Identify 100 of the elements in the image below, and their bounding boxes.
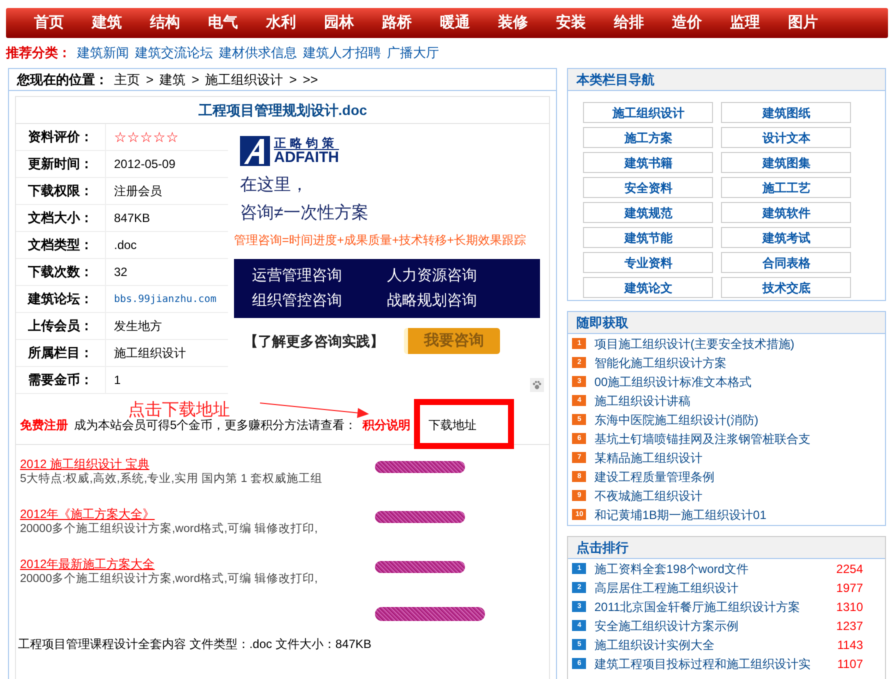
breadcrumb-separator: > <box>192 70 200 89</box>
breadcrumb-separator: > <box>289 70 297 89</box>
category-nav-link[interactable]: 专业资料 <box>583 252 714 273</box>
category-nav-link[interactable]: 合同表格 <box>721 252 852 273</box>
info-value: 注册会员 <box>113 183 163 200</box>
category-link[interactable]: 广播大厅 <box>387 43 439 63</box>
ad-more-link[interactable]: 【了解更多咨询实践】 <box>244 330 384 352</box>
click-count: 1310 <box>836 598 863 616</box>
annotation-text: 点击下载地址 <box>128 399 230 419</box>
info-value: 发生地方 <box>113 318 163 335</box>
forum-link[interactable]: bbs.99jianzhu.com <box>106 286 228 312</box>
ranking-item-link[interactable]: 2011北京国金轩餐厅施工组织设计方案 <box>594 598 800 616</box>
category-nav-link[interactable]: 建筑书籍 <box>583 152 714 173</box>
nav-link[interactable]: 暖通 <box>426 12 484 34</box>
paw-icon <box>530 378 544 392</box>
rating-stars: ☆☆☆☆☆ <box>113 128 180 146</box>
random-item-link[interactable]: 智能化施工组织设计方案 <box>594 354 726 372</box>
ranking-item-link[interactable]: 高层居住工程施工组织设计 <box>594 578 738 596</box>
info-label: 资料评价： <box>16 124 106 150</box>
random-item-link[interactable]: 基坑土钉墙喷锚挂网及注浆钢管桩联合支 <box>594 430 810 448</box>
category-nav-link[interactable]: 安全资料 <box>583 177 714 198</box>
breadcrumb-link[interactable]: 施工组织设计 <box>205 70 284 90</box>
ranking-item-link[interactable]: 施工资料全套198个word文件 <box>594 560 748 578</box>
info-label: 文档大小： <box>16 205 106 231</box>
panel-title: 随即获取 <box>568 312 885 334</box>
category-nav-link[interactable]: 建筑图纸 <box>721 102 852 123</box>
info-label: 下载权限： <box>16 178 106 204</box>
promo-link[interactable]: 2012 施工组织设计 宝典 <box>20 457 360 472</box>
service-label: 人力资源咨询 <box>387 266 478 286</box>
promo-description: 5大特点:权威,高效,系统,专业,实用 国内第 1 套权威施工组 <box>20 472 324 487</box>
breadcrumb-label: 您现在的位置： <box>17 70 108 89</box>
breadcrumb-link[interactable]: >> <box>302 70 318 90</box>
nav-link[interactable]: 造价 <box>658 12 716 34</box>
nav-link[interactable]: 路桥 <box>368 12 426 34</box>
info-label: 建筑论坛： <box>16 286 106 312</box>
click-count: 1977 <box>836 580 863 596</box>
nav-link[interactable]: 安装 <box>542 12 600 34</box>
ad-formula: 管理咨询=时间进度+成果质量+技术转移+长期效果跟踪 <box>234 232 526 249</box>
category-nav-link[interactable]: 施工组织设计 <box>583 102 714 123</box>
promo-link[interactable]: 2012年最新施工方案大全 <box>20 557 360 572</box>
category-link[interactable]: 建材供求信息 <box>219 43 297 63</box>
ranking-item-link[interactable]: 安全施工组织设计方案示例 <box>594 616 738 634</box>
info-value: 1 <box>113 372 122 389</box>
breadcrumb-link[interactable]: 建筑 <box>160 70 186 90</box>
category-nav-link[interactable]: 建筑规范 <box>583 202 714 223</box>
category-nav-link[interactable]: 建筑考试 <box>721 227 852 248</box>
info-value: 32 <box>113 264 128 281</box>
info-value: 施工组织设计 <box>113 345 187 362</box>
category-nav-link[interactable]: 建筑图集 <box>721 152 852 173</box>
breadcrumb-separator: > <box>146 70 154 89</box>
register-note: 成为本站会员可得5个金币，更多赚积分方法请查看： <box>74 418 357 434</box>
random-item-link[interactable]: 和记黄埔1B期一施工组织设计01 <box>594 506 766 524</box>
brand-name: ADFAITH <box>274 150 339 165</box>
download-link[interactable]: 下载地址 <box>428 416 477 434</box>
nav-link[interactable]: 水利 <box>252 12 310 34</box>
click-count: 1143 <box>837 636 863 654</box>
category-nav-link[interactable]: 施工工艺 <box>721 177 852 198</box>
promo-link[interactable]: 2012年《施工方案大全》 <box>20 507 360 522</box>
category-link[interactable]: 建筑新闻 <box>77 43 129 63</box>
nav-link[interactable]: 电气 <box>194 12 252 34</box>
register-link[interactable]: 免费注册 <box>20 416 68 434</box>
info-label: 所属栏目： <box>16 340 106 366</box>
nav-link[interactable]: 监理 <box>716 12 774 34</box>
category-nav-link[interactable]: 建筑软件 <box>721 202 852 223</box>
random-item-link[interactable]: 不夜城施工组织设计 <box>594 486 702 504</box>
click-count: 1107 <box>837 656 863 672</box>
points-link[interactable]: 积分说明 <box>362 416 411 434</box>
info-label: 更新时间： <box>16 151 106 177</box>
nav-link[interactable]: 图片 <box>774 12 832 34</box>
random-item-link[interactable]: 施工组织设计讲稿 <box>594 392 690 410</box>
category-nav-link[interactable]: 技术交底 <box>721 277 852 298</box>
promo-description: 20000多个施工组织设计方案,word格式,可编 辑修改打印, <box>20 572 319 587</box>
recommend-label: 推荐分类： <box>6 44 71 62</box>
random-item-link[interactable]: 00施工组织设计标准文本格式 <box>594 372 752 390</box>
info-label: 下载次数： <box>16 259 106 285</box>
category-nav-link[interactable]: 施工方案 <box>583 127 714 148</box>
panel-title: 本类栏目导航 <box>568 69 885 91</box>
info-label: 文档类型： <box>16 232 106 258</box>
nav-link[interactable]: 结构 <box>136 12 194 34</box>
random-item-link[interactable]: 建设工程质量管理条例 <box>594 468 714 486</box>
nav-link[interactable]: 园林 <box>310 12 368 34</box>
random-item-link[interactable]: 项目施工组织设计(主要安全技术措施) <box>594 334 794 352</box>
info-value: 2012-05-09 <box>113 156 176 173</box>
nav-link[interactable]: 建筑 <box>78 12 136 34</box>
breadcrumb-link[interactable]: 主页 <box>114 70 140 90</box>
file-summary: 工程项目管理课程设计全套内容 文件类型：.doc 文件大小：847KB <box>17 636 372 653</box>
ranking-item-link[interactable]: 施工组织设计实例大全 <box>594 636 714 654</box>
nav-link[interactable]: 装修 <box>484 12 542 34</box>
random-item-link[interactable]: 某精品施工组织设计 <box>594 448 702 466</box>
category-nav-link[interactable]: 建筑节能 <box>583 227 714 248</box>
category-nav-link[interactable]: 建筑论文 <box>583 277 714 298</box>
category-link[interactable]: 建筑交流论坛 <box>135 43 213 63</box>
random-item-link[interactable]: 东海中医院施工组织设计(消防) <box>594 410 758 428</box>
ad-headline: 在这里， <box>240 174 309 196</box>
nav-link[interactable]: 给排 <box>600 12 658 34</box>
logo-icon <box>240 136 270 166</box>
nav-link[interactable]: 首页 <box>20 12 78 34</box>
ranking-item-link[interactable]: 建筑工程项目投标过程和施工组织设计实 <box>594 654 810 672</box>
category-link[interactable]: 建筑人才招聘 <box>303 43 381 63</box>
category-nav-link[interactable]: 设计文本 <box>721 127 852 148</box>
